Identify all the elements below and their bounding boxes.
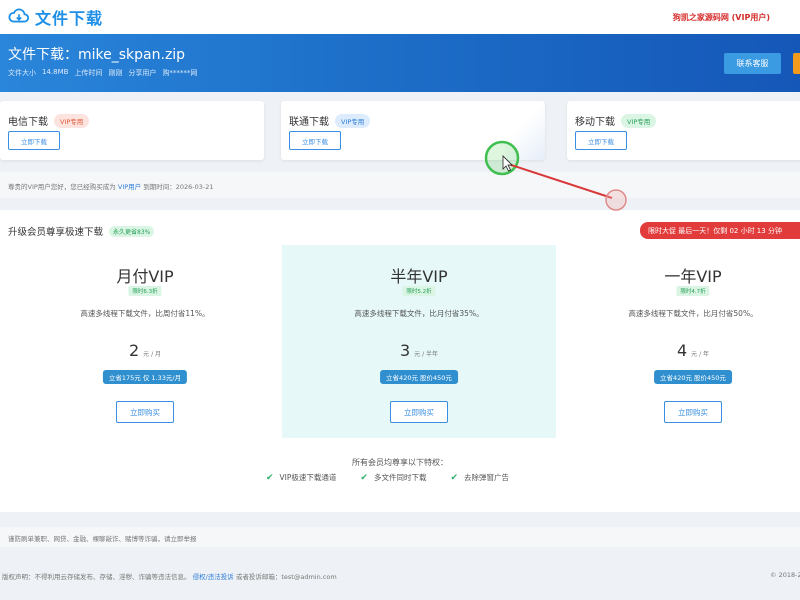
cursor-annotation bbox=[484, 140, 627, 211]
drag-path-line bbox=[507, 163, 613, 199]
drag-end-circle bbox=[605, 189, 627, 211]
click-highlight-circle bbox=[484, 140, 520, 176]
